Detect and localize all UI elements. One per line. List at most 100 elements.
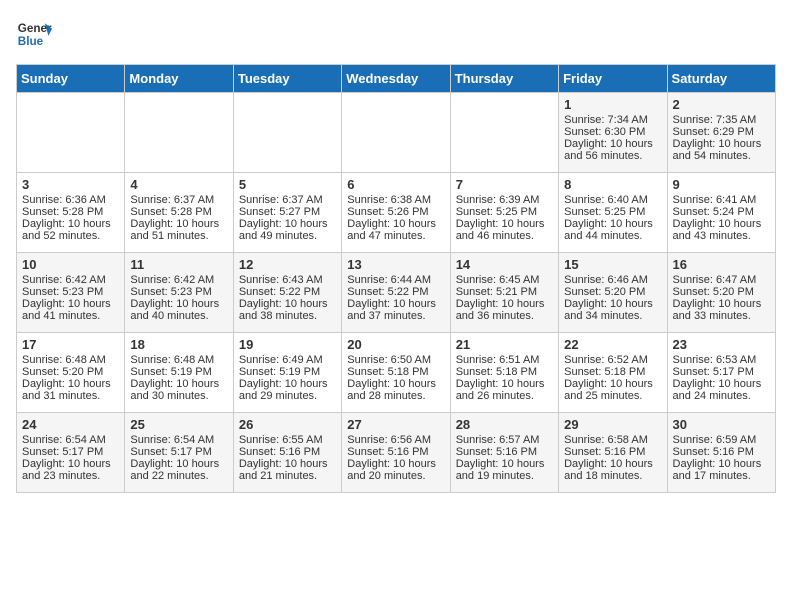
calendar-row: 3Sunrise: 6:36 AMSunset: 5:28 PMDaylight… [17, 173, 776, 253]
sunrise-text: Sunrise: 6:44 AM [347, 274, 444, 286]
sunrise-text: Sunrise: 7:35 AM [673, 114, 770, 126]
sunrise-text: Sunrise: 6:37 AM [130, 194, 227, 206]
day-of-week-header: Monday [125, 65, 233, 93]
day-number: 19 [239, 337, 336, 352]
calendar-cell: 25Sunrise: 6:54 AMSunset: 5:17 PMDayligh… [125, 413, 233, 493]
daylight-text: Daylight: 10 hours and 51 minutes. [130, 218, 227, 242]
calendar-cell: 11Sunrise: 6:42 AMSunset: 5:23 PMDayligh… [125, 253, 233, 333]
calendar-cell: 12Sunrise: 6:43 AMSunset: 5:22 PMDayligh… [233, 253, 341, 333]
day-number: 10 [22, 257, 119, 272]
day-of-week-header: Saturday [667, 65, 775, 93]
day-number: 15 [564, 257, 661, 272]
calendar-cell: 20Sunrise: 6:50 AMSunset: 5:18 PMDayligh… [342, 333, 450, 413]
sunrise-text: Sunrise: 6:54 AM [22, 434, 119, 446]
sunset-text: Sunset: 5:17 PM [22, 446, 119, 458]
sunrise-text: Sunrise: 6:49 AM [239, 354, 336, 366]
sunrise-text: Sunrise: 6:43 AM [239, 274, 336, 286]
daylight-text: Daylight: 10 hours and 40 minutes. [130, 298, 227, 322]
calendar-cell: 23Sunrise: 6:53 AMSunset: 5:17 PMDayligh… [667, 333, 775, 413]
sunrise-text: Sunrise: 6:59 AM [673, 434, 770, 446]
day-number: 24 [22, 417, 119, 432]
sunset-text: Sunset: 5:28 PM [130, 206, 227, 218]
sunset-text: Sunset: 5:16 PM [347, 446, 444, 458]
day-number: 1 [564, 97, 661, 112]
logo-icon: General Blue [16, 16, 52, 52]
sunrise-text: Sunrise: 6:58 AM [564, 434, 661, 446]
header-row: SundayMondayTuesdayWednesdayThursdayFrid… [17, 65, 776, 93]
daylight-text: Daylight: 10 hours and 49 minutes. [239, 218, 336, 242]
daylight-text: Daylight: 10 hours and 30 minutes. [130, 378, 227, 402]
daylight-text: Daylight: 10 hours and 41 minutes. [22, 298, 119, 322]
calendar-cell: 16Sunrise: 6:47 AMSunset: 5:20 PMDayligh… [667, 253, 775, 333]
day-number: 17 [22, 337, 119, 352]
daylight-text: Daylight: 10 hours and 18 minutes. [564, 458, 661, 482]
calendar-cell: 29Sunrise: 6:58 AMSunset: 5:16 PMDayligh… [559, 413, 667, 493]
calendar-cell: 2Sunrise: 7:35 AMSunset: 6:29 PMDaylight… [667, 93, 775, 173]
sunset-text: Sunset: 5:16 PM [564, 446, 661, 458]
sunrise-text: Sunrise: 6:51 AM [456, 354, 553, 366]
sunrise-text: Sunrise: 6:37 AM [239, 194, 336, 206]
daylight-text: Daylight: 10 hours and 21 minutes. [239, 458, 336, 482]
day-number: 2 [673, 97, 770, 112]
day-number: 26 [239, 417, 336, 432]
daylight-text: Daylight: 10 hours and 33 minutes. [673, 298, 770, 322]
sunset-text: Sunset: 5:25 PM [456, 206, 553, 218]
day-number: 4 [130, 177, 227, 192]
logo: General Blue [16, 16, 56, 52]
daylight-text: Daylight: 10 hours and 54 minutes. [673, 138, 770, 162]
day-number: 12 [239, 257, 336, 272]
calendar-header: SundayMondayTuesdayWednesdayThursdayFrid… [17, 65, 776, 93]
day-number: 8 [564, 177, 661, 192]
day-number: 23 [673, 337, 770, 352]
calendar-cell [17, 93, 125, 173]
day-number: 27 [347, 417, 444, 432]
calendar-cell: 24 Sunrise: 6:54 AMSunset: 5:17 PMDayligh… [17, 413, 125, 493]
sunrise-text: Sunrise: 6:41 AM [673, 194, 770, 206]
daylight-text: Daylight: 10 hours and 26 minutes. [456, 378, 553, 402]
calendar-cell: 26Sunrise: 6:55 AMSunset: 5:16 PMDayligh… [233, 413, 341, 493]
sunset-text: Sunset: 5:18 PM [456, 366, 553, 378]
sunset-text: Sunset: 5:17 PM [673, 366, 770, 378]
sunrise-text: Sunrise: 6:50 AM [347, 354, 444, 366]
sunrise-text: Sunrise: 6:48 AM [130, 354, 227, 366]
sunrise-text: Sunrise: 6:45 AM [456, 274, 553, 286]
sunrise-text: Sunrise: 6:38 AM [347, 194, 444, 206]
calendar-cell: 1Sunrise: 7:34 AMSunset: 6:30 PMDaylight… [559, 93, 667, 173]
sunset-text: Sunset: 5:19 PM [239, 366, 336, 378]
calendar-cell: 28Sunrise: 6:57 AMSunset: 5:16 PMDayligh… [450, 413, 558, 493]
calendar-cell [125, 93, 233, 173]
daylight-text: Daylight: 10 hours and 52 minutes. [22, 218, 119, 242]
sunset-text: Sunset: 5:20 PM [673, 286, 770, 298]
sunset-text: Sunset: 5:26 PM [347, 206, 444, 218]
calendar-cell [450, 93, 558, 173]
day-of-week-header: Wednesday [342, 65, 450, 93]
daylight-text: Daylight: 10 hours and 56 minutes. [564, 138, 661, 162]
calendar-table: SundayMondayTuesdayWednesdayThursdayFrid… [16, 64, 776, 493]
daylight-text: Daylight: 10 hours and 19 minutes. [456, 458, 553, 482]
daylight-text: Daylight: 10 hours and 25 minutes. [564, 378, 661, 402]
calendar-cell: 9Sunrise: 6:41 AMSunset: 5:24 PMDaylight… [667, 173, 775, 253]
calendar-cell: 5Sunrise: 6:37 AMSunset: 5:27 PMDaylight… [233, 173, 341, 253]
day-number: 25 [130, 417, 227, 432]
calendar-cell: 13Sunrise: 6:44 AMSunset: 5:22 PMDayligh… [342, 253, 450, 333]
day-number: 11 [130, 257, 227, 272]
daylight-text: Daylight: 10 hours and 36 minutes. [456, 298, 553, 322]
day-number: 21 [456, 337, 553, 352]
day-number: 5 [239, 177, 336, 192]
sunset-text: Sunset: 5:22 PM [239, 286, 336, 298]
svg-text:Blue: Blue [18, 35, 44, 48]
day-number: 22 [564, 337, 661, 352]
daylight-text: Daylight: 10 hours and 23 minutes. [22, 458, 119, 482]
sunset-text: Sunset: 5:20 PM [564, 286, 661, 298]
sunset-text: Sunset: 5:19 PM [130, 366, 227, 378]
sunrise-text: Sunrise: 6:53 AM [673, 354, 770, 366]
sunrise-text: Sunrise: 6:48 AM [22, 354, 119, 366]
calendar-row: 10Sunrise: 6:42 AMSunset: 5:23 PMDayligh… [17, 253, 776, 333]
calendar-cell: 8Sunrise: 6:40 AMSunset: 5:25 PMDaylight… [559, 173, 667, 253]
sunrise-text: Sunrise: 7:34 AM [564, 114, 661, 126]
sunset-text: Sunset: 5:20 PM [22, 366, 119, 378]
day-of-week-header: Friday [559, 65, 667, 93]
daylight-text: Daylight: 10 hours and 22 minutes. [130, 458, 227, 482]
sunrise-text: Sunrise: 6:54 AM [130, 434, 227, 446]
calendar-cell: 7Sunrise: 6:39 AMSunset: 5:25 PMDaylight… [450, 173, 558, 253]
